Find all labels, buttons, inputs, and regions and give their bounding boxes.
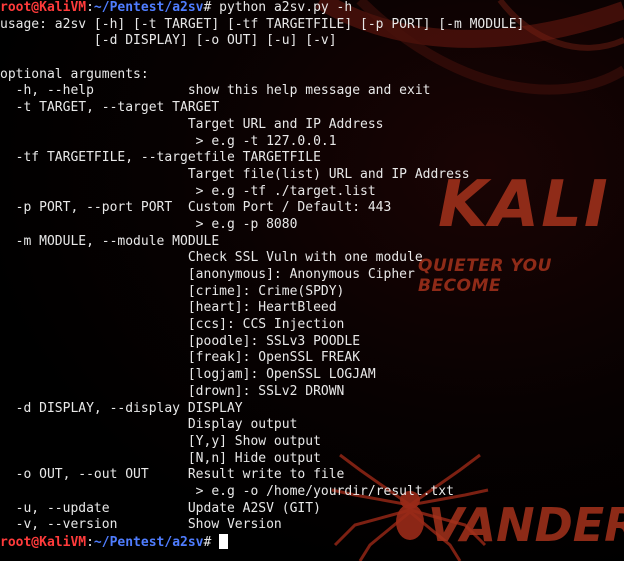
- output-line: > e.g -t 127.0.0.1: [0, 133, 337, 149]
- prompt-symbol: #: [203, 535, 220, 550]
- help-output: usage: a2sv [-h] [-t TARGET] [-tf TARGET…: [0, 17, 624, 534]
- output-line: -u, --update Update A2SV (GIT): [0, 500, 321, 516]
- output-line: [poodle]: SSLv3 POODLE: [0, 333, 361, 349]
- prompt-path: ~/Pentest/a2sv: [93, 535, 204, 550]
- output-line: -h, --help show this help message and ex…: [0, 83, 431, 99]
- output-line: [N,n] Hide output: [0, 450, 321, 466]
- output-line: [heart]: HeartBleed: [0, 300, 337, 316]
- output-line: Target URL and IP Address: [0, 116, 384, 132]
- output-line: > e.g -tf ./target.list: [0, 183, 376, 199]
- active-prompt-line[interactable]: root@KaliVM:~/Pentest/a2sv#: [0, 534, 624, 551]
- output-line: -t TARGET, --target TARGET: [0, 100, 220, 116]
- text-cursor[interactable]: [219, 534, 229, 549]
- prompt-separator: :: [86, 535, 94, 550]
- output-line: [freak]: OpenSSL FREAK: [0, 350, 361, 366]
- output-line: -d DISPLAY, --display DISPLAY: [0, 400, 243, 416]
- output-line: usage: a2sv [-h] [-t TARGET] [-tf TARGET…: [0, 16, 525, 32]
- output-line: [ccs]: CCS Injection: [0, 317, 345, 333]
- output-line: [crime]: Crime(SPDY): [0, 283, 345, 299]
- output-line: [drown]: SSLv2 DROWN: [0, 383, 345, 399]
- output-line: -m MODULE, --module MODULE: [0, 233, 220, 249]
- output-line: -o OUT, --out OUT Result write to file: [0, 467, 345, 483]
- output-line: > e.g -o /home/yourdir/result.txt: [0, 483, 454, 499]
- command-text: python a2sv.py -h: [219, 0, 353, 15]
- output-line: Display output: [0, 417, 298, 433]
- command-prompt-line: root@KaliVM:~/Pentest/a2sv# python a2sv.…: [0, 0, 624, 17]
- terminal-output: root@KaliVM:~/Pentest/a2sv# python a2sv.…: [0, 0, 624, 551]
- prompt-separator: :: [86, 0, 94, 15]
- output-line: optional arguments:: [0, 66, 149, 82]
- output-line: [logjam]: OpenSSL LOGJAM: [0, 367, 376, 383]
- output-line: Check SSL Vuln with one module: [0, 250, 423, 266]
- prompt-symbol: #: [203, 0, 220, 15]
- output-line: Target file(list) URL and IP Address: [0, 166, 470, 182]
- output-line: -v, --version Show Version: [0, 517, 282, 533]
- prompt-user-host: root@KaliVM: [0, 535, 87, 550]
- output-line: -p PORT, --port PORT Custom Port / Defau…: [0, 200, 392, 216]
- output-line: [Y,y] Show output: [0, 433, 321, 449]
- prompt-user-host: root@KaliVM: [0, 0, 87, 15]
- prompt-path: ~/Pentest/a2sv: [93, 0, 204, 15]
- output-line: -tf TARGETFILE, --targetfile TARGETFILE: [0, 150, 321, 166]
- output-line: [anonymous]: Anonymous Cipher: [0, 267, 415, 282]
- output-line: [-d DISPLAY] [-o OUT] [-u] [-v]: [0, 33, 337, 49]
- terminal-window[interactable]: KALI QUIETER YOU BECOME VANDER root@Kali…: [0, 0, 624, 561]
- output-line: > e.g -p 8080: [0, 216, 298, 232]
